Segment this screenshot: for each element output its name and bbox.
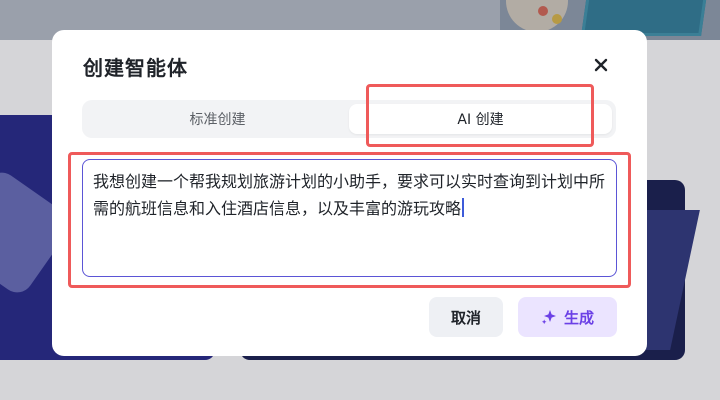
create-agent-dialog: 创建智能体 标准创建 AI 创建 我想创建一个帮我规划旅游计划的小助手，要求可以…	[52, 30, 647, 356]
cancel-button[interactable]: 取消	[429, 297, 503, 337]
generate-label: 生成	[563, 308, 594, 327]
tab-ai-create[interactable]: AI 创建	[349, 104, 612, 134]
agent-description-input[interactable]: 我想创建一个帮我规划旅游计划的小助手，要求可以实时查询到计划中所需的航班信息和入…	[82, 159, 617, 277]
dialog-title: 创建智能体	[83, 56, 188, 80]
tab-standard-create[interactable]: 标准创建	[86, 104, 349, 134]
creation-mode-tabs: 标准创建 AI 创建	[82, 100, 616, 138]
close-button[interactable]	[588, 52, 614, 78]
agent-description-text: 我想创建一个帮我规划旅游计划的小助手，要求可以实时查询到计划中所需的航班信息和入…	[93, 172, 606, 218]
text-cursor	[462, 198, 465, 217]
sparkle-icon	[541, 310, 556, 325]
generate-button[interactable]: 生成	[518, 297, 617, 337]
close-icon	[594, 58, 608, 72]
